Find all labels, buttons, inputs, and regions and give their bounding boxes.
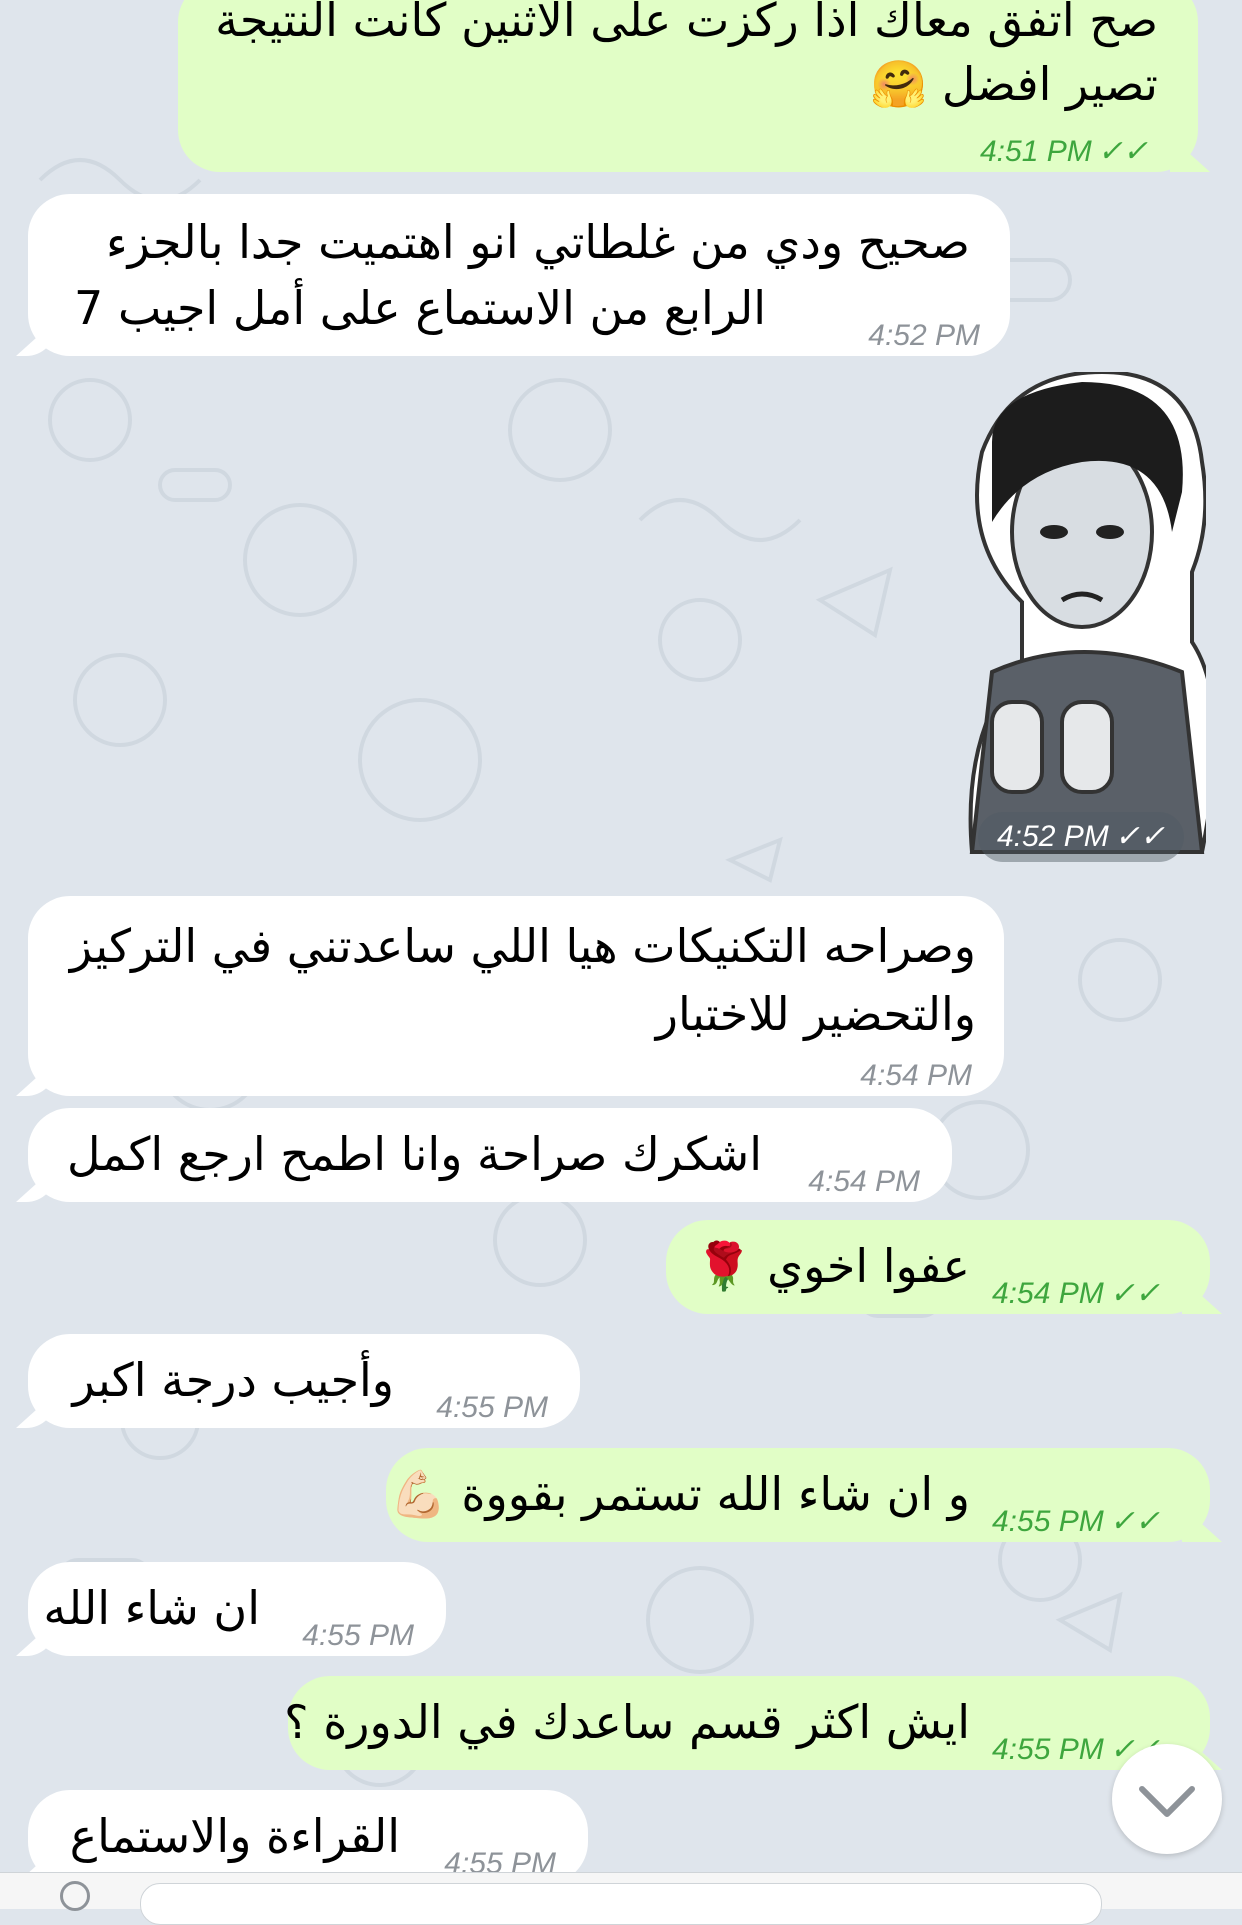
message-text-line: عفوا اخوي 🌹 <box>695 1239 970 1293</box>
message-bubble-incoming[interactable]: القراءة والاستماع 4:55 PM <box>28 1790 588 1884</box>
message-bubble-outgoing[interactable]: ايش اكثر قسم ساعدك في الدورة ؟ 4:55 PM ✓✓ <box>284 1676 1210 1770</box>
message-time: 4:54 PM ✓✓ <box>992 1262 1160 1326</box>
message-bubble-incoming[interactable]: وصراحه التكنيكات هيا اللي ساعدتني في الت… <box>28 896 1004 1096</box>
sticker-image <box>968 369 1217 854</box>
message-time: 4:54 PM <box>808 1165 920 1198</box>
message-text-line: والتحضير للاختبار <box>655 987 976 1041</box>
message-time: 4:52 PM <box>868 319 980 352</box>
sticker[interactable] <box>952 369 1217 868</box>
message-input-field[interactable] <box>140 1883 1102 1925</box>
message-bubble-incoming[interactable]: صحيح ودي من غلطاتي انو اهتميت جدا بالجزء… <box>28 194 1010 356</box>
message-text-line: القراءة والاستماع <box>69 1809 400 1863</box>
message-text-line: وأجيب درجة اكبر <box>72 1353 394 1407</box>
message-text-line: صحيح ودي من غلطاتي انو اهتميت جدا بالجزء <box>105 215 970 269</box>
message-text-line: اشكرك صراحة وانا اطمح ارجع اكمل <box>67 1127 762 1181</box>
message-text-line: ان شاء الله <box>43 1581 260 1635</box>
message-text-line: وصراحه التكنيكات هيا اللي ساعدتني في الت… <box>69 919 976 973</box>
message-bubble-outgoing[interactable]: عفوا اخوي 🌹 4:54 PM ✓✓ <box>666 1220 1210 1314</box>
message-time: 4:55 PM ✓✓ <box>992 1490 1160 1554</box>
double-check-icon: ✓✓ <box>1114 820 1165 853</box>
double-check-icon: ✓✓ <box>1097 135 1148 168</box>
message-bubble-incoming[interactable]: وأجيب درجة اكبر 4:55 PM <box>28 1334 580 1428</box>
message-time: 4:55 PM <box>302 1619 414 1652</box>
double-check-icon: ✓✓ <box>1109 1277 1160 1310</box>
chevron-down-icon <box>1139 1786 1195 1817</box>
sticker-time-badge: 4:52 PM ✓✓ <box>978 812 1184 862</box>
message-bubble-outgoing[interactable]: صح اتفق معاك اذا ركزت على الاثنين كانت ا… <box>178 0 1198 172</box>
message-text-line: الرابع من الاستماع على أمل اجيب 7 <box>74 281 766 335</box>
message-text-line: ايش اكثر قسم ساعدك في الدورة ؟ <box>284 1695 970 1749</box>
message-time: 4:51 PM ✓✓ <box>980 120 1148 184</box>
message-text-line: صح اتفق معاك اذا ركزت على الاثنين كانت ا… <box>215 0 1158 47</box>
double-check-icon: ✓✓ <box>1109 1505 1160 1538</box>
message-time: 4:55 PM <box>436 1391 548 1424</box>
message-time: 4:54 PM <box>860 1059 972 1092</box>
message-text-line: و ان شاء الله تستمر بقووة 💪🏻 <box>389 1467 970 1521</box>
message-input-bar[interactable] <box>0 1872 1242 1925</box>
scroll-down-button[interactable] <box>1112 1744 1222 1854</box>
attach-icon[interactable] <box>60 1881 90 1911</box>
message-bubble-outgoing[interactable]: و ان شاء الله تستمر بقووة 💪🏻 4:55 PM ✓✓ <box>386 1448 1210 1542</box>
message-bubble-incoming[interactable]: اشكرك صراحة وانا اطمح ارجع اكمل 4:54 PM <box>28 1108 952 1202</box>
message-text-line: تصير افضل 🤗 <box>870 57 1158 111</box>
message-bubble-incoming[interactable]: ان شاء الله 4:55 PM <box>28 1562 446 1656</box>
